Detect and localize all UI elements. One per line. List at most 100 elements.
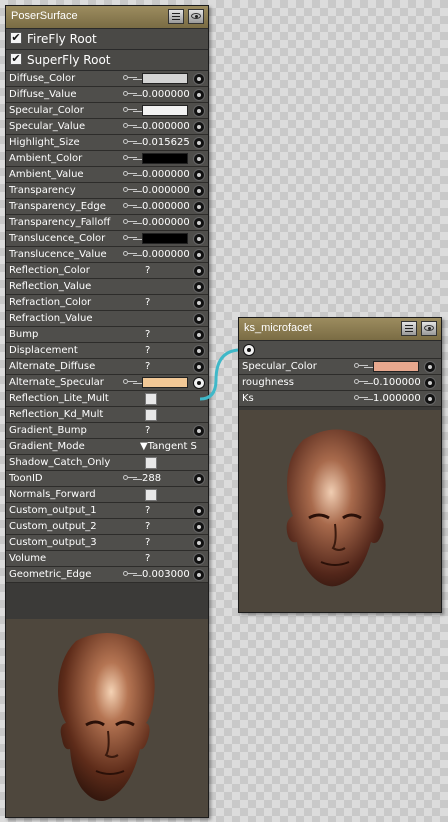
plug-icon[interactable] xyxy=(193,73,205,85)
key-icon[interactable] xyxy=(123,219,137,225)
key-icon[interactable] xyxy=(123,251,137,257)
key-icon[interactable] xyxy=(123,91,137,97)
plug-icon[interactable] xyxy=(193,249,205,261)
param-row-transparency[interactable]: Transparency 0.000000 xyxy=(6,183,208,199)
node-header[interactable]: PoserSurface xyxy=(6,6,208,29)
color-swatch[interactable] xyxy=(142,377,188,388)
output-plug-icon[interactable] xyxy=(243,344,255,356)
key-icon[interactable] xyxy=(123,139,137,145)
root-row-superfly-root[interactable]: ✔ SuperFly Root xyxy=(6,50,208,71)
param-row-specular-value[interactable]: Specular_Value 0.000000 xyxy=(6,119,208,135)
param-row-transparency-falloff[interactable]: Transparency_Falloff 0.000000 xyxy=(6,215,208,231)
param-row-diffuse-value[interactable]: Diffuse_Value 0.000000 xyxy=(6,87,208,103)
param-row-refraction-color[interactable]: Refraction_Color? xyxy=(6,295,208,311)
plug-icon[interactable] xyxy=(193,89,205,101)
node-header[interactable]: ks_microfacet xyxy=(239,318,441,341)
param-row-transparency-edge[interactable]: Transparency_Edge 0.000000 xyxy=(6,199,208,215)
key-icon[interactable] xyxy=(123,187,137,193)
plug-icon[interactable] xyxy=(193,265,205,277)
plug-icon[interactable] xyxy=(424,361,436,373)
root-checkbox[interactable]: ✔ xyxy=(10,32,22,44)
param-value[interactable]: 0.100000 xyxy=(373,377,421,388)
param-value[interactable]: 0.000000 xyxy=(142,249,190,260)
param-row-custom-output-3[interactable]: Custom_output_3? xyxy=(6,535,208,551)
param-row-translucence-value[interactable]: Translucence_Value 0.000000 xyxy=(6,247,208,263)
param-checkbox[interactable] xyxy=(145,409,157,421)
param-row-alternate-specular[interactable]: Alternate_Specular xyxy=(6,375,208,391)
menu-icon[interactable] xyxy=(168,9,184,24)
param-row-reflection-value[interactable]: Reflection_Value xyxy=(6,279,208,295)
param-checkbox[interactable] xyxy=(145,393,157,405)
param-row-toonid[interactable]: ToonID 288 xyxy=(6,471,208,487)
plug-icon[interactable] xyxy=(193,521,205,533)
key-icon[interactable] xyxy=(354,395,368,401)
key-icon[interactable] xyxy=(123,155,137,161)
plug-icon[interactable] xyxy=(193,297,205,309)
param-row-gradient-bump[interactable]: Gradient_Bump? xyxy=(6,423,208,439)
eye-icon[interactable] xyxy=(421,321,437,336)
param-value[interactable]: 0.003000 xyxy=(142,569,190,580)
param-value[interactable]: 0.015625 xyxy=(142,137,190,148)
param-value[interactable]: 0.000000 xyxy=(142,201,190,212)
color-swatch[interactable] xyxy=(142,153,188,164)
param-row-reflection-color[interactable]: Reflection_Color? xyxy=(6,263,208,279)
param-checkbox[interactable] xyxy=(145,489,157,501)
root-checkbox[interactable]: ✔ xyxy=(10,53,22,65)
param-row-translucence-color[interactable]: Translucence_Color xyxy=(6,231,208,247)
plug-icon[interactable] xyxy=(193,137,205,149)
plug-icon[interactable] xyxy=(193,169,205,181)
param-value[interactable]: 1.000000 xyxy=(373,393,421,404)
key-icon[interactable] xyxy=(123,75,137,81)
param-row-normals-forward[interactable]: Normals_Forward xyxy=(6,487,208,503)
param-row-custom-output-2[interactable]: Custom_output_2? xyxy=(6,519,208,535)
param-value[interactable]: 288 xyxy=(142,473,161,484)
param-value[interactable]: 0.000000 xyxy=(142,185,190,196)
plug-icon[interactable] xyxy=(193,553,205,565)
color-swatch[interactable] xyxy=(142,105,188,116)
eye-icon[interactable] xyxy=(188,9,204,24)
poser-surface-node[interactable]: PoserSurface ✔ FireFly Root ✔ SuperFly Root… xyxy=(5,5,209,818)
param-row-diffuse-color[interactable]: Diffuse_Color xyxy=(6,71,208,87)
plug-icon[interactable] xyxy=(193,185,205,197)
plug-icon[interactable] xyxy=(193,217,205,229)
plug-icon[interactable] xyxy=(193,121,205,133)
key-icon[interactable] xyxy=(123,107,137,113)
key-icon[interactable] xyxy=(354,363,368,369)
param-row-specular-color[interactable]: Specular_Color xyxy=(239,359,441,375)
param-row-shadow-catch-only[interactable]: Shadow_Catch_Only xyxy=(6,455,208,471)
color-swatch[interactable] xyxy=(142,233,188,244)
plug-icon[interactable] xyxy=(193,425,205,437)
menu-icon[interactable] xyxy=(401,321,417,336)
param-row-ks[interactable]: Ks 1.000000 xyxy=(239,391,441,407)
plug-icon[interactable] xyxy=(193,473,205,485)
plug-icon[interactable] xyxy=(193,281,205,293)
key-icon[interactable] xyxy=(123,203,137,209)
param-row-bump[interactable]: Bump? xyxy=(6,327,208,343)
key-icon[interactable] xyxy=(123,235,137,241)
param-row-specular-color[interactable]: Specular_Color xyxy=(6,103,208,119)
plug-icon[interactable] xyxy=(424,377,436,389)
root-row-firefly-root[interactable]: ✔ FireFly Root xyxy=(6,29,208,50)
plug-icon[interactable] xyxy=(193,153,205,165)
param-row-volume[interactable]: Volume? xyxy=(6,551,208,567)
plug-icon[interactable] xyxy=(424,393,436,405)
plug-icon[interactable] xyxy=(193,537,205,549)
key-icon[interactable] xyxy=(123,123,137,129)
plug-icon[interactable] xyxy=(193,105,205,117)
gradient-mode-dropdown[interactable]: ▼Tangent S xyxy=(140,441,197,452)
param-row-alternate-diffuse[interactable]: Alternate_Diffuse? xyxy=(6,359,208,375)
param-value[interactable]: 0.000000 xyxy=(142,169,190,180)
plug-icon[interactable] xyxy=(193,201,205,213)
key-icon[interactable] xyxy=(123,171,137,177)
key-icon[interactable] xyxy=(123,571,137,577)
param-value[interactable]: 0.000000 xyxy=(142,217,190,228)
key-icon[interactable] xyxy=(123,379,137,385)
param-row-ambient-value[interactable]: Ambient_Value 0.000000 xyxy=(6,167,208,183)
param-checkbox[interactable] xyxy=(145,457,157,469)
key-icon[interactable] xyxy=(123,475,137,481)
param-row-custom-output-1[interactable]: Custom_output_1? xyxy=(6,503,208,519)
param-row-gradient-mode[interactable]: Gradient_Mode ▼Tangent S xyxy=(6,439,208,455)
param-row-ambient-color[interactable]: Ambient_Color xyxy=(6,151,208,167)
param-row-reflection-kd-mult[interactable]: Reflection_Kd_Mult xyxy=(6,407,208,423)
plug-icon[interactable] xyxy=(193,569,205,581)
